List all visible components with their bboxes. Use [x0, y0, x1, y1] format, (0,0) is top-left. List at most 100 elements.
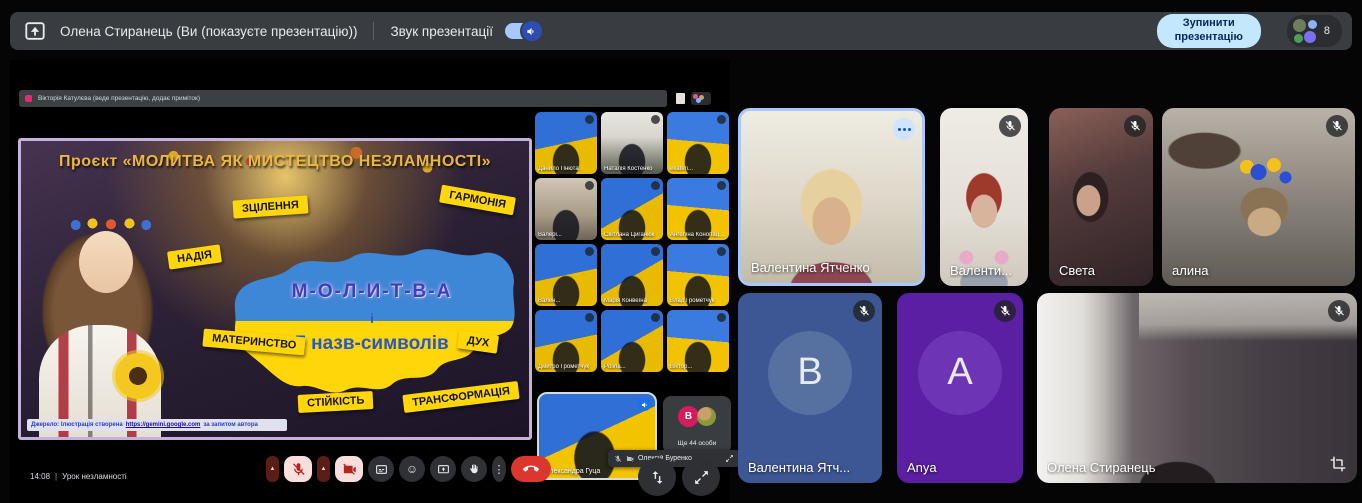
swap-vertical-icon: [649, 469, 666, 486]
meet-window: Олена Стиранець (Ви (показуєте презентац…: [0, 0, 1362, 503]
expand-icon: [725, 454, 734, 463]
slide-tag: ГАРМОНІЯ: [439, 185, 516, 216]
audio-active-icon: [638, 398, 651, 411]
inner-video-tile: Валері...: [535, 178, 597, 240]
present-to-all-icon: [24, 20, 46, 42]
inner-participants-icon: [691, 92, 711, 105]
mic-off-icon: [1328, 300, 1350, 322]
mic-off-icon: [614, 455, 622, 463]
stop-presentation-button[interactable]: Зупинити презентацію: [1157, 14, 1261, 48]
mic-off-icon: [717, 247, 726, 256]
map-connector: і: [221, 311, 523, 326]
inner-video-tile: Вален...: [535, 244, 597, 306]
participant-tile[interactable]: Света: [1049, 108, 1153, 286]
inner-tile-name: Данило Пнюта: [538, 166, 594, 172]
participant-name: Олена Стиранець: [1047, 460, 1349, 475]
speaker-icon: [522, 21, 542, 41]
mic-off-icon: [585, 181, 594, 190]
divider: [373, 22, 374, 40]
participant-tile[interactable]: B Валентина Ятч...: [738, 293, 882, 483]
participant-name: Валентина Ятч...: [748, 460, 874, 475]
presenter-indicator-icon: [25, 95, 32, 102]
mic-off-button-icon: [284, 456, 312, 482]
mic-off-icon: [999, 115, 1021, 137]
avatar: [697, 407, 716, 426]
inner-tile-name: Влад Грометчук: [670, 298, 726, 304]
participant-avatars-cluster: [1293, 19, 1317, 43]
slide-title: Проєкт «МОЛИТВА ЯК МИСТЕЦТВО НЕЗЛАМНОСТІ…: [21, 153, 529, 171]
open-in-full-icon: [693, 469, 710, 486]
swap-tiles-button[interactable]: [638, 458, 676, 496]
presentation-sound-toggle[interactable]: [505, 23, 541, 39]
inner-tile-name: ekateri...: [670, 166, 726, 172]
mic-off-icon: [585, 313, 594, 322]
participant-count-number: 8: [1324, 25, 1330, 37]
participant-tile[interactable]: Валенти...: [940, 108, 1028, 286]
mic-off-icon: [651, 247, 660, 256]
girl-illustration: [23, 203, 198, 440]
mic-off-icon: [994, 300, 1016, 322]
mic-off-icon: [1124, 115, 1146, 137]
participant-name: Валенти...: [950, 263, 1020, 278]
meeting-name: Урок незламності: [62, 472, 127, 481]
girl-face: [79, 231, 133, 293]
mic-off-icon: [853, 300, 875, 322]
inner-video-grid: Данило Пнюта Наталія Костенко ekateri...…: [535, 112, 733, 372]
participant-name: Валентина Ятченко: [751, 260, 914, 275]
inner-tile-name: Дмитро Грометчук: [538, 364, 594, 370]
inner-presenter-bar: Вікторія Катулєва (веде презентацію, дод…: [19, 90, 667, 107]
more-participants-tile: B Ще 44 особи: [663, 396, 731, 454]
notes-icon: [676, 93, 685, 104]
crop-icon: [1330, 456, 1346, 472]
mic-off-icon: [585, 115, 594, 124]
inner-video-tile: Ангеліна Конопац...: [667, 178, 729, 240]
mic-off-icon: [717, 115, 726, 124]
fullscreen-button[interactable]: [682, 458, 720, 496]
map-word: М-О-Л-И-Т-В-А: [221, 281, 523, 303]
crop-video-button[interactable]: [1327, 453, 1349, 475]
participant-tile[interactable]: A Anya: [897, 293, 1023, 483]
participant-name: Света: [1059, 263, 1145, 278]
sunflower-illustration: [115, 353, 161, 399]
captions-icon: [368, 456, 394, 482]
stop-button-line2: презентацію: [1175, 31, 1243, 45]
inner-video-tile: Віктор...: [667, 310, 729, 372]
reactions-icon: ☺: [399, 456, 425, 482]
inner-tile-name: Світлана Циганюк: [604, 232, 660, 238]
inner-video-tile: Polina...: [601, 310, 663, 372]
mic-off-icon: [1326, 115, 1348, 137]
cam-off-button-icon: [335, 456, 363, 482]
stop-button-line1: Зупинити: [1183, 17, 1235, 31]
inner-speaker-name: Олександра Гуца: [544, 468, 600, 475]
presentation-title: Олена Стиранець (Ви (показуєте презентац…: [60, 24, 357, 39]
mic-off-icon: [651, 313, 660, 322]
participant-name: алина: [1172, 263, 1347, 278]
mic-off-icon: [585, 247, 594, 256]
inner-video-tile: Влад Грометчук: [667, 244, 729, 306]
avatar-letter: B: [768, 331, 852, 415]
slide-source-note: Джерело: Ілюстрація створена https://gem…: [27, 419, 287, 431]
inner-video-tile: Світлана Циганюк: [601, 178, 663, 240]
participant-tile[interactable]: алина: [1162, 108, 1355, 286]
participant-tile[interactable]: Валентина Ятченко: [738, 108, 925, 286]
inner-video-tile: Дмитро Грометчук: [535, 310, 597, 372]
mic-off-icon: [717, 313, 726, 322]
inner-tile-name: Марія Конвеїна: [604, 298, 660, 304]
participant-tile[interactable]: Олена Стиранець: [1037, 293, 1357, 483]
presentation-slide: Проєкт «МОЛИТВА ЯК МИСТЕЦТВО НЕЗЛАМНОСТІ…: [18, 138, 532, 440]
slide-tag: ЗЦІЛЕННЯ: [232, 195, 308, 218]
mic-off-icon: [651, 181, 660, 190]
source-link: https://gemini.google.com: [126, 422, 201, 428]
participants-count-pill[interactable]: 8: [1287, 15, 1342, 47]
inner-video-tile: Данило Пнюта: [535, 112, 597, 174]
inner-video-tile: Марія Конвеїна: [601, 244, 663, 306]
raise-hand-icon: [461, 456, 487, 482]
inner-meet-controls: ▲ ▲ ☺ ⋮: [266, 456, 551, 482]
more-avatars-cluster: B: [678, 406, 716, 428]
participant-name: Anya: [907, 460, 1015, 475]
source-suffix: за запитом автора: [203, 422, 257, 428]
share-overlay-buttons: [638, 458, 720, 496]
tile-options-button[interactable]: [893, 118, 915, 140]
inner-tile-name: Віктор...: [670, 364, 726, 370]
source-prefix: Джерело: Ілюстрація створена: [31, 422, 123, 428]
